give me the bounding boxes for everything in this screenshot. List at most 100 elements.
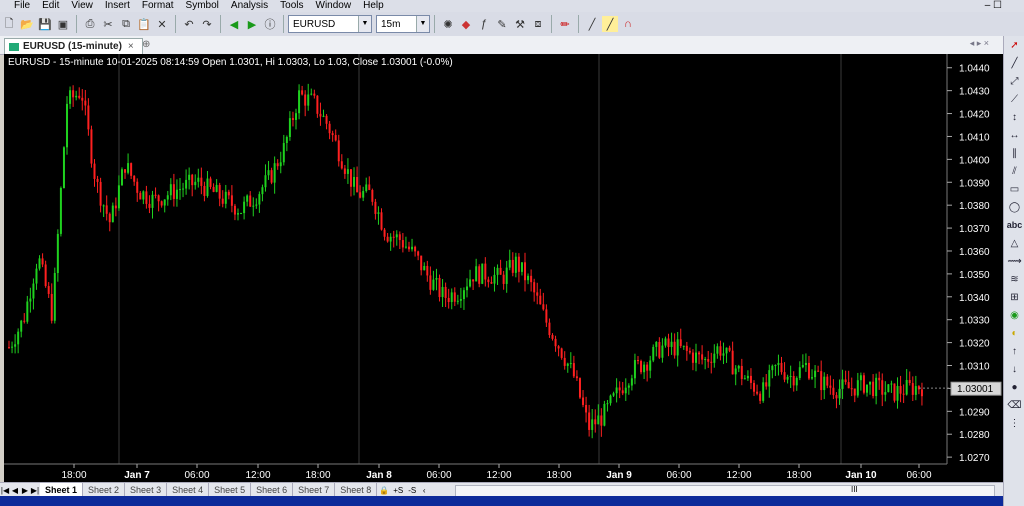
ellipse-icon[interactable]: ◯ [1004, 198, 1024, 216]
magnet-icon[interactable]: ∩ [620, 16, 636, 32]
menu-tools[interactable]: Tools [274, 0, 309, 12]
sheet-tab[interactable]: Sheet 1 [40, 483, 84, 497]
symbol-dropdown-icon[interactable]: ▼ [358, 16, 371, 32]
sheet-tab[interactable]: Sheet 6 [251, 483, 294, 497]
candle-body [691, 352, 694, 363]
ray-icon[interactable]: ⤢ [1004, 72, 1024, 90]
cycles-icon[interactable]: ≋ [1004, 270, 1024, 288]
indicator-icon[interactable]: ◆ [458, 16, 474, 32]
sheet-tab[interactable]: Sheet 7 [293, 483, 336, 497]
scan-icon[interactable]: ⚒ [512, 16, 528, 32]
pitchfork-icon[interactable]: ◐ [1004, 324, 1024, 342]
sheet-tab[interactable]: Sheet 4 [167, 483, 210, 497]
candle-body [334, 135, 337, 141]
trend-line-icon[interactable]: ╱ [1004, 54, 1024, 72]
parallel-lines-icon[interactable]: ∥ [1004, 144, 1024, 162]
last-sheet-icon[interactable]: ▶| [30, 486, 40, 495]
close-icon[interactable]: × [128, 41, 134, 52]
chart-settings-icon[interactable]: ✺ [440, 16, 456, 32]
extended-line-icon[interactable]: ⟋ [1004, 90, 1024, 108]
candle-body [670, 341, 673, 347]
menu-file[interactable]: File [0, 0, 36, 12]
vertical-line-icon[interactable]: ↕ [1004, 108, 1024, 126]
candle-body [322, 115, 325, 117]
menu-analysis[interactable]: Analysis [225, 0, 274, 12]
last-price-label: 1.03001 [957, 384, 994, 395]
undo-icon[interactable]: ↶ [181, 16, 197, 32]
candle-body [545, 309, 548, 323]
candle-body [725, 347, 728, 354]
forward-icon[interactable]: ▶ [244, 16, 260, 32]
save-all-icon[interactable]: ▣ [55, 16, 71, 32]
fibonacci-icon[interactable]: ⟿ [1004, 252, 1024, 270]
sheet-tab[interactable]: Sheet 8 [335, 483, 378, 497]
scroll-thumb[interactable]: III [851, 485, 858, 494]
explore-icon[interactable]: ⧈ [530, 16, 546, 32]
horizontal-line-icon[interactable]: ↔ [1004, 126, 1024, 144]
draw-color-icon[interactable]: ✏ [557, 16, 573, 32]
menu-window[interactable]: Window [310, 0, 358, 12]
next-sheet-icon[interactable]: ▶ [20, 486, 30, 495]
candle-body [407, 246, 410, 250]
new-file-icon[interactable]: 🗋 [1, 16, 17, 32]
zoom-in-icon[interactable]: +S [391, 486, 405, 495]
more-tools-icon[interactable]: ⋮ [1004, 414, 1024, 432]
menu-edit[interactable]: Edit [36, 0, 65, 12]
tools-icon[interactable]: ✎ [494, 16, 510, 32]
select-arrow-icon[interactable]: ➚ [1004, 36, 1024, 54]
channel-icon[interactable]: ⫽ [1004, 162, 1024, 180]
candle-body [14, 344, 17, 347]
window-controls[interactable]: – ☐ [985, 0, 1002, 11]
eraser-icon[interactable]: ⌫ [1004, 396, 1024, 414]
price-chart-svg[interactable]: 1.02701.02801.02901.03001.03101.03201.03… [4, 54, 1003, 482]
menu-insert[interactable]: Insert [99, 0, 136, 12]
candle-body [59, 188, 62, 234]
pen-icon[interactable]: ╱ [584, 16, 600, 32]
menu-symbol[interactable]: Symbol [180, 0, 225, 12]
open-folder-icon[interactable]: 📂 [19, 16, 35, 32]
candle-body [817, 370, 820, 372]
symbol-combo[interactable]: EURUSD ▼ [288, 15, 372, 33]
delete-icon[interactable]: ✕ [154, 16, 170, 32]
info-icon[interactable]: ⓘ [262, 16, 278, 32]
regression-icon[interactable]: ⊞ [1004, 288, 1024, 306]
formula-icon[interactable]: ƒ [476, 16, 492, 32]
tab-nav-icon[interactable]: ◂ ▸ × [970, 38, 989, 49]
price-chart[interactable]: 1.02701.02801.02901.03001.03101.03201.03… [4, 54, 1003, 482]
triangle-icon[interactable]: △ [1004, 234, 1024, 252]
marker-icon[interactable]: ● [1004, 378, 1024, 396]
chart-document-tab[interactable]: EURUSD (15-minute) × [4, 38, 143, 54]
candle-body [414, 246, 417, 252]
sheet-tab[interactable]: Sheet 5 [209, 483, 252, 497]
candle-body [47, 286, 50, 294]
menu-view[interactable]: View [65, 0, 99, 12]
candle-body [444, 286, 447, 298]
save-icon[interactable]: 💾 [37, 16, 53, 32]
paste-icon[interactable]: 📋 [136, 16, 152, 32]
candle-body [585, 404, 588, 413]
menu-format[interactable]: Format [136, 0, 180, 12]
cut-icon[interactable]: ✂ [100, 16, 116, 32]
sheet-tab[interactable]: Sheet 3 [125, 483, 168, 497]
zoom-out-icon[interactable]: -S [405, 486, 419, 495]
print-icon[interactable]: ⎙ [82, 16, 98, 32]
sheet-tab[interactable]: Sheet 2 [83, 483, 126, 497]
candle-body [389, 236, 392, 242]
gann-icon[interactable]: ◉ [1004, 306, 1024, 324]
highlight-line-icon[interactable]: ╱ [602, 16, 618, 32]
rectangle-icon[interactable]: ▭ [1004, 180, 1024, 198]
copy-icon[interactable]: ⧉ [118, 16, 134, 32]
arrow-down-icon[interactable]: ↓ [1004, 360, 1024, 378]
interval-dropdown-icon[interactable]: ▼ [416, 16, 429, 32]
arrow-up-icon[interactable]: ↑ [1004, 342, 1024, 360]
menu-help[interactable]: Help [357, 0, 390, 12]
scroll-left-icon[interactable]: ‹ [419, 486, 429, 495]
lock-icon[interactable]: 🔒 [377, 486, 391, 495]
first-sheet-icon[interactable]: |◀ [0, 486, 10, 495]
interval-combo[interactable]: 15m ▼ [376, 15, 430, 33]
text-tool-icon[interactable]: abc [1004, 216, 1024, 234]
redo-icon[interactable]: ↷ [199, 16, 215, 32]
pin-icon[interactable]: ⊕ [142, 39, 150, 50]
back-icon[interactable]: ◀ [226, 16, 242, 32]
prev-sheet-icon[interactable]: ◀ [10, 486, 20, 495]
